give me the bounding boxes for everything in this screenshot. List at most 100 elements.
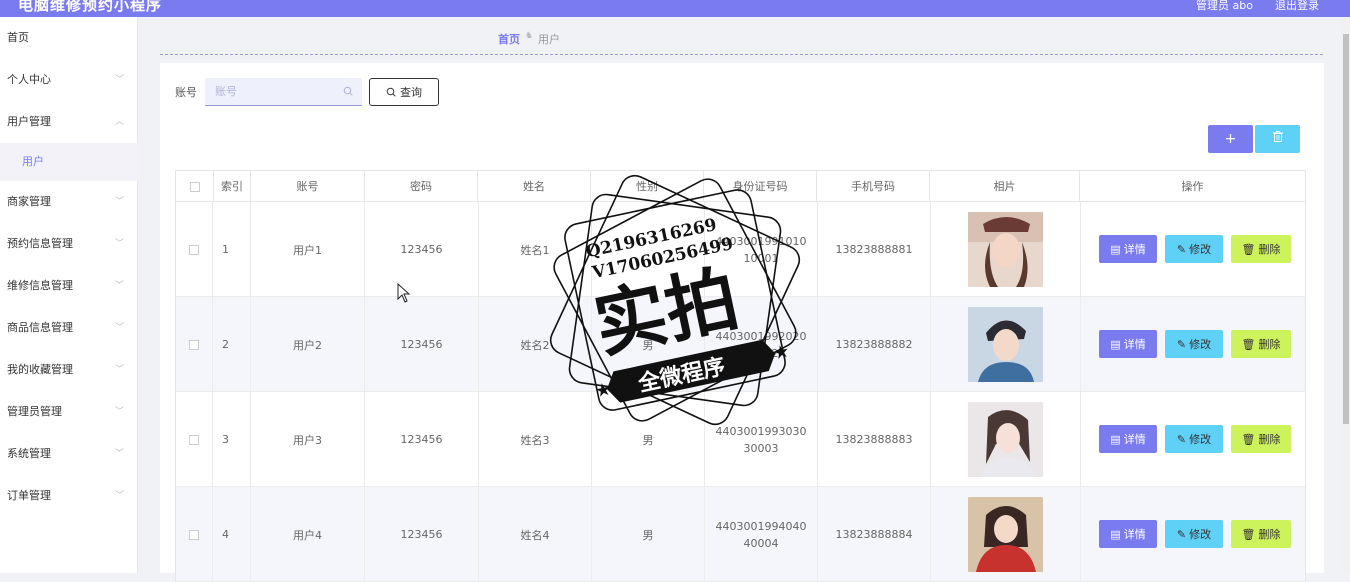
cell-phone: 13823888884 xyxy=(818,487,931,582)
edit-icon: ✎ xyxy=(1176,527,1187,541)
trash-icon xyxy=(1272,131,1283,142)
chevron-up-icon: ︿ xyxy=(114,117,124,127)
cell-id-card: 440300199202020002 xyxy=(705,297,818,392)
cell-photo xyxy=(931,487,1081,582)
column-header: 性别 xyxy=(591,171,704,202)
column-header: 索引 xyxy=(214,171,251,202)
sidebar-item-label: 预约信息管理 xyxy=(7,237,73,250)
cell-actions: ▤ 详情 ✎ 修改 🗑 删除 xyxy=(1081,202,1306,297)
edit-button[interactable]: ✎ 修改 xyxy=(1165,425,1223,453)
detail-button[interactable]: ▤ 详情 xyxy=(1099,425,1157,453)
sidebar-item-personal-center[interactable]: 个人中心 ﹀ xyxy=(0,61,138,99)
cell-index: 4 xyxy=(213,487,251,582)
chevron-down-icon: ﹀ xyxy=(114,449,124,459)
detail-button[interactable]: ▤ 详情 xyxy=(1099,520,1157,548)
row-checkbox[interactable] xyxy=(189,434,199,445)
sidebar-item-label: 管理员管理 xyxy=(7,405,62,418)
cell-id-card: 440300199404040004 xyxy=(705,487,818,582)
select-all-checkbox-cell xyxy=(176,171,214,202)
table-row: 1 用户1 123456 姓名1 440300199101010001 1382… xyxy=(175,202,1306,297)
delete-label: 删除 xyxy=(1258,528,1281,541)
delete-button[interactable]: 🗑 删除 xyxy=(1231,425,1291,453)
sidebar-item-system-management[interactable]: 系统管理 ﹀ xyxy=(0,435,138,473)
sidebar-item-merchant-management[interactable]: 商家管理 ﹀ xyxy=(0,183,138,221)
sidebar-item-label: 系统管理 xyxy=(7,447,51,460)
cell-index: 1 xyxy=(213,202,251,297)
chevron-down-icon: ﹀ xyxy=(114,407,124,417)
edit-label: 修改 xyxy=(1189,243,1212,256)
column-header: 相片 xyxy=(930,171,1080,202)
edit-label: 修改 xyxy=(1189,528,1212,541)
document-icon: ▤ xyxy=(1110,242,1121,256)
sidebar-item-favorites-management[interactable]: 我的收藏管理 ﹀ xyxy=(0,351,138,389)
row-checkbox[interactable] xyxy=(189,529,199,540)
mouse-cursor-icon xyxy=(397,283,411,303)
row-checkbox[interactable] xyxy=(189,339,199,350)
row-checkbox[interactable] xyxy=(189,244,199,255)
cell-photo xyxy=(931,392,1081,487)
sidebar-item-home[interactable]: 首页 xyxy=(0,19,138,57)
delete-button[interactable]: 🗑 删除 xyxy=(1231,330,1291,358)
add-button[interactable]: + xyxy=(1208,125,1253,153)
detail-button[interactable]: ▤ 详情 xyxy=(1099,235,1157,263)
cell-actions: ▤ 详情 ✎ 修改 🗑 删除 xyxy=(1081,392,1306,487)
column-header: 手机号码 xyxy=(817,171,930,202)
cell-account: 用户1 xyxy=(251,202,365,297)
page-scrollbar[interactable] xyxy=(1342,17,1350,573)
app-title: 电脑维修预约小程序 xyxy=(18,0,163,14)
cell-index: 3 xyxy=(213,392,251,487)
table-row: 2 用户2 123456 姓名2 男 440300199202020002 13… xyxy=(175,297,1306,392)
sidebar-item-appointment-management[interactable]: 预约信息管理 ﹀ xyxy=(0,225,138,263)
scrollbar-thumb[interactable] xyxy=(1343,34,1349,424)
sidebar-item-label: 商品信息管理 xyxy=(7,321,73,334)
user-photo xyxy=(968,402,1043,477)
chevron-down-icon: ﹀ xyxy=(114,75,124,85)
delete-button[interactable]: 🗑 删除 xyxy=(1231,520,1291,548)
delete-button[interactable]: 🗑 删除 xyxy=(1231,235,1291,263)
detail-label: 详情 xyxy=(1123,433,1146,446)
sidebar-item-label: 商家管理 xyxy=(7,195,51,208)
sidebar-item-user-management[interactable]: 用户管理 ︿ xyxy=(0,103,138,141)
edit-label: 修改 xyxy=(1189,338,1212,351)
chevron-down-icon: ﹀ xyxy=(114,323,124,333)
batch-delete-button[interactable] xyxy=(1255,125,1300,153)
trash-icon: 🗑 xyxy=(1241,432,1256,446)
cell-phone: 13823888882 xyxy=(818,297,931,392)
sidebar-item-label: 我的收藏管理 xyxy=(7,363,73,376)
detail-label: 详情 xyxy=(1123,243,1146,256)
query-button[interactable]: 查询 xyxy=(369,78,439,106)
logout-link[interactable]: 退出登录 xyxy=(1275,0,1319,13)
sidebar-item-order-management[interactable]: 订单管理 ﹀ xyxy=(0,477,138,515)
cell-gender: 男 xyxy=(592,297,705,392)
edit-button[interactable]: ✎ 修改 xyxy=(1165,520,1223,548)
detail-label: 详情 xyxy=(1123,528,1146,541)
column-header: 密码 xyxy=(365,171,478,202)
sidebar-item-users[interactable]: 用户 xyxy=(0,143,138,181)
cell-password: 123456 xyxy=(365,202,479,297)
edit-button[interactable]: ✎ 修改 xyxy=(1165,235,1223,263)
sidebar-item-product-management[interactable]: 商品信息管理 ﹀ xyxy=(0,309,138,347)
current-user-label: 管理员 abo xyxy=(1196,0,1253,12)
document-icon: ▤ xyxy=(1110,527,1121,541)
cell-name: 姓名3 xyxy=(479,392,592,487)
chevron-down-icon: ﹀ xyxy=(114,491,124,501)
breadcrumb-current: 用户 xyxy=(538,33,560,46)
detail-button[interactable]: ▤ 详情 xyxy=(1099,330,1157,358)
edit-button[interactable]: ✎ 修改 xyxy=(1165,330,1223,358)
account-search-input[interactable] xyxy=(205,78,362,106)
sidebar-item-repair-management[interactable]: 维修信息管理 ﹀ xyxy=(0,267,138,305)
cell-password: 123456 xyxy=(365,297,479,392)
search-label: 账号 xyxy=(175,86,197,99)
breadcrumb-home[interactable]: 首页 xyxy=(498,31,520,47)
cell-actions: ▤ 详情 ✎ 修改 🗑 删除 xyxy=(1081,297,1306,392)
cell-password: 123456 xyxy=(365,392,479,487)
detail-label: 详情 xyxy=(1123,338,1146,351)
edit-icon: ✎ xyxy=(1176,337,1187,351)
delete-label: 删除 xyxy=(1258,243,1281,256)
select-all-checkbox[interactable] xyxy=(189,181,200,192)
column-header: 姓名 xyxy=(478,171,591,202)
sidebar-item-label: 首页 xyxy=(7,31,29,44)
edit-label: 修改 xyxy=(1189,433,1212,446)
chevron-down-icon: ﹀ xyxy=(114,281,124,291)
sidebar-item-admin-management[interactable]: 管理员管理 ﹀ xyxy=(0,393,138,431)
